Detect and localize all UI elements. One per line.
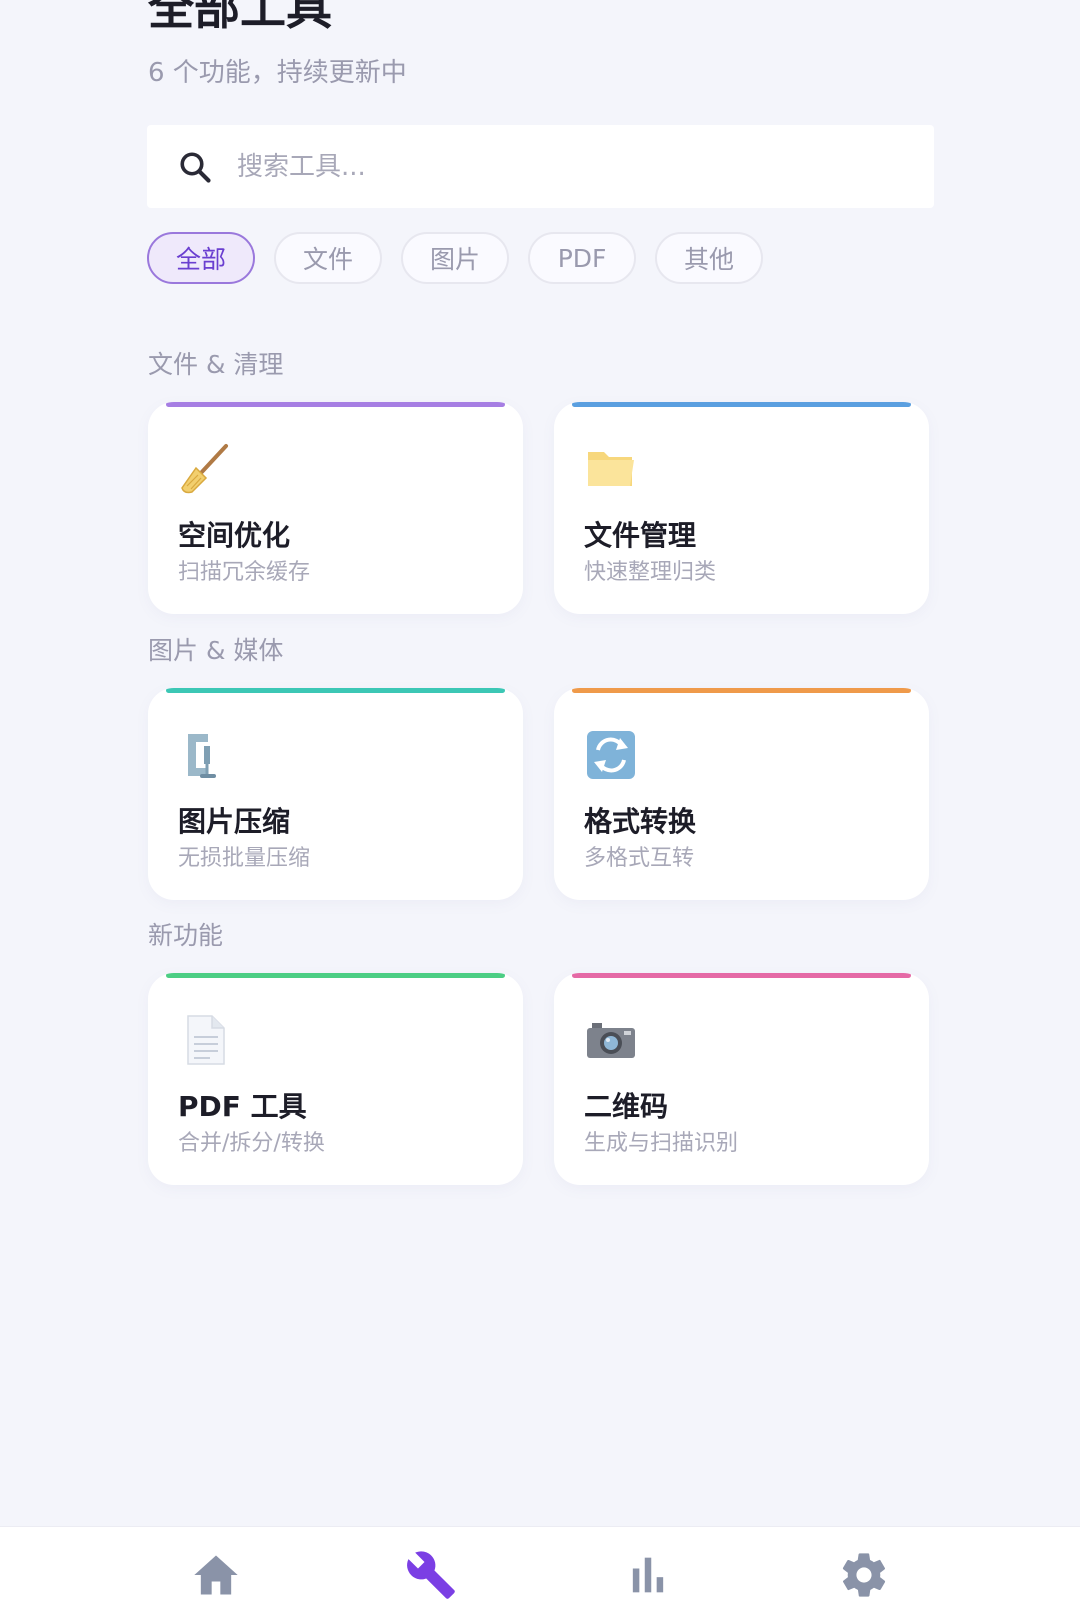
card-desc: 生成与扫描识别 xyxy=(584,1131,739,1156)
folder-icon xyxy=(588,452,634,486)
card-desc: 快速整理归类 xyxy=(584,560,717,585)
bottom-nav xyxy=(0,1526,1080,1614)
card-accent-bar xyxy=(572,402,911,407)
tool-card-format-convert[interactable]: 格式转换 多格式互转 xyxy=(554,688,929,900)
tool-card-pdf-tools[interactable]: PDF 工具 合并/拆分/转换 xyxy=(148,973,523,1185)
tool-card-file-manage[interactable]: 文件管理 快速整理归类 xyxy=(554,402,929,614)
card-accent-bar xyxy=(166,973,505,978)
filter-chip-image[interactable]: 图片 xyxy=(401,232,510,284)
tool-card-qr-code[interactable]: 二维码 生成与扫描识别 xyxy=(554,973,929,1185)
card-title: PDF 工具 xyxy=(178,1090,307,1123)
filter-chips: 全部 文件 图片 PDF 其他 xyxy=(147,232,782,284)
convert-icon xyxy=(587,731,635,779)
tool-card-space-optimize[interactable]: 空间优化 扫描冗余缓存 xyxy=(148,402,523,614)
section-label-image-media: 图片 & 媒体 xyxy=(148,636,284,665)
camera-icon xyxy=(587,1023,635,1058)
gear-icon[interactable] xyxy=(838,1549,890,1601)
card-accent-bar xyxy=(572,973,911,978)
search-box[interactable] xyxy=(147,125,934,208)
wrench-icon[interactable] xyxy=(405,1549,457,1601)
card-title: 文件管理 xyxy=(584,519,697,552)
card-title: 空间优化 xyxy=(178,519,291,552)
card-accent-bar xyxy=(572,688,911,693)
section-label-new-features: 新功能 xyxy=(148,921,224,950)
card-desc: 无损批量压缩 xyxy=(178,846,311,871)
card-desc: 合并/拆分/转换 xyxy=(178,1131,325,1156)
filter-chip-pdf[interactable]: PDF xyxy=(528,232,637,284)
card-title: 格式转换 xyxy=(584,805,697,838)
card-desc: 扫描冗余缓存 xyxy=(178,560,311,585)
section-label-file-clean: 文件 & 清理 xyxy=(148,350,284,379)
card-accent-bar xyxy=(166,402,505,407)
stats-icon[interactable] xyxy=(622,1549,674,1601)
filter-chip-other[interactable]: 其他 xyxy=(655,232,764,284)
page-title: 全部工具 xyxy=(148,0,332,35)
tool-card-image-compress[interactable]: 图片压缩 无损批量压缩 xyxy=(148,688,523,900)
filter-chip-file[interactable]: 文件 xyxy=(274,232,383,284)
document-icon xyxy=(187,1015,225,1065)
page-subtitle: 6 个功能，持续更新中 xyxy=(148,58,407,88)
card-accent-bar xyxy=(166,688,505,693)
broom-icon xyxy=(181,444,228,494)
card-title: 图片压缩 xyxy=(178,805,291,838)
clamp-icon xyxy=(188,734,216,778)
search-icon xyxy=(180,151,211,183)
search-input[interactable] xyxy=(235,140,889,193)
filter-chip-all[interactable]: 全部 xyxy=(147,232,256,284)
card-title: 二维码 xyxy=(584,1090,669,1123)
home-icon[interactable] xyxy=(190,1549,242,1601)
card-desc: 多格式互转 xyxy=(584,846,695,871)
